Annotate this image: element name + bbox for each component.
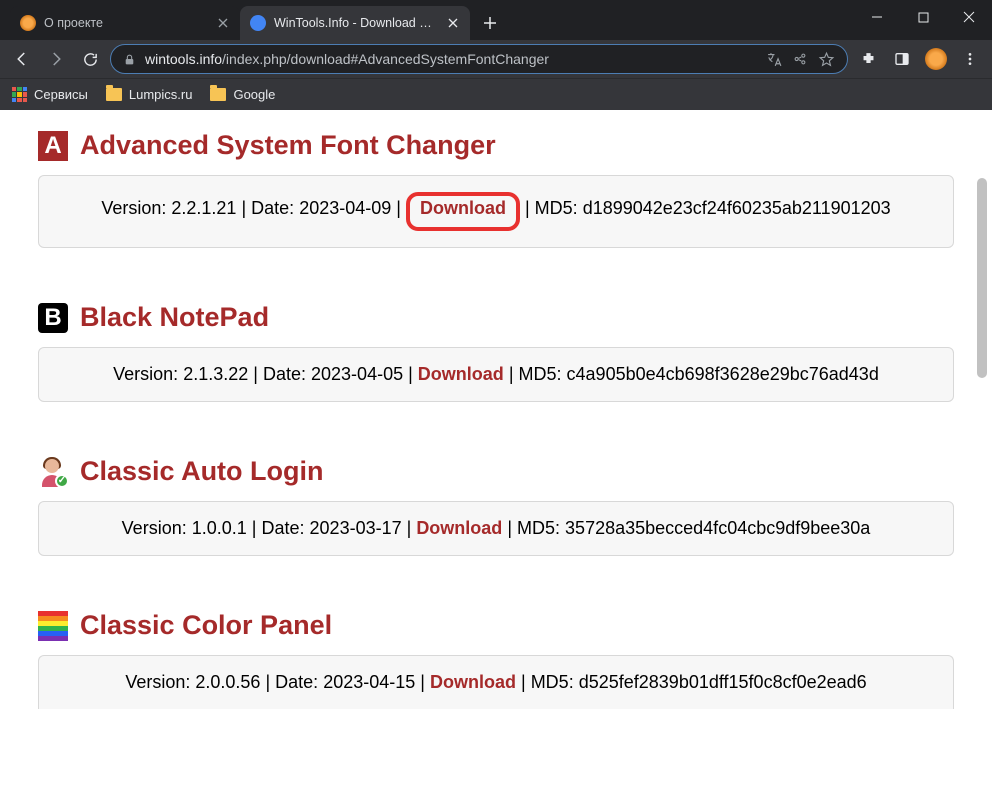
date-value: 2023-04-05 [311,364,403,384]
profile-avatar[interactable] [922,45,950,73]
download-section: A Advanced System Font Changer Version: … [38,130,954,248]
apps-label: Сервисы [34,87,88,102]
date-value: 2023-04-15 [323,672,415,692]
info-box: Version: 2.1.3.22 | Date: 2023-04-05 | D… [38,347,954,402]
download-link[interactable]: Download [420,198,506,218]
reload-button[interactable] [76,45,104,73]
section-title-link[interactable]: Black NotePad [80,302,269,333]
bookmark-label: Google [233,87,275,102]
section-title-link[interactable]: Classic Color Panel [80,610,332,641]
version-label: Version: [125,672,190,692]
lock-icon [123,53,137,66]
version-value: 2.2.1.21 [171,198,236,218]
md5-value: d1899042e23cf24f60235ab211901203 [583,198,891,218]
favicon-icon [20,15,36,31]
app-icon: A [38,131,68,161]
md5-value: 35728a35becced4fc04cbc9df9bee30a [565,518,870,538]
tab-active[interactable]: WinTools.Info - Download Center [240,6,470,40]
tab-inactive[interactable]: О проекте [10,6,240,40]
md5-label: MD5: [519,364,562,384]
version-value: 1.0.0.1 [192,518,247,538]
scrollbar[interactable] [975,110,989,790]
version-value: 2.1.3.22 [183,364,248,384]
md5-value: c4a905b0e4cb698f3628e29bc76ad43d [567,364,879,384]
url-text: wintools.info/index.php/download#Advance… [145,51,757,67]
md5-label: MD5: [517,518,560,538]
share-icon[interactable] [791,50,809,68]
apps-icon [12,87,27,102]
forward-button[interactable] [42,45,70,73]
date-label: Date: [261,518,304,538]
close-window-button[interactable] [946,0,992,34]
section-title-link[interactable]: Classic Auto Login [80,456,324,487]
download-link[interactable]: Download [418,364,504,384]
date-label: Date: [263,364,306,384]
version-label: Version: [113,364,178,384]
back-button[interactable] [8,45,36,73]
app-icon: B [38,303,68,333]
download-link[interactable]: Download [430,672,516,692]
info-box: Version: 2.2.1.21 | Date: 2023-04-09 | D… [38,175,954,248]
md5-label: MD5: [535,198,578,218]
apps-button[interactable]: Сервисы [12,87,88,102]
folder-icon [210,88,226,101]
browser-chrome: О проекте WinTools.Info - Download Cente… [0,0,992,110]
menu-button[interactable] [956,45,984,73]
bookmark-item[interactable]: Lumpics.ru [106,87,193,102]
titlebar: О проекте WinTools.Info - Download Cente… [0,0,992,40]
translate-icon[interactable] [765,50,783,68]
close-icon[interactable] [216,16,230,30]
new-tab-button[interactable] [476,9,504,37]
scrollbar-thumb[interactable] [977,178,987,378]
window-controls [854,0,992,34]
date-label: Date: [251,198,294,218]
toolbar: wintools.info/index.php/download#Advance… [0,40,992,78]
app-icon: ✓ [38,457,68,487]
tab-title: WinTools.Info - Download Center [274,16,438,30]
bookmark-item[interactable]: Google [210,87,275,102]
favicon-icon [250,15,266,31]
md5-value: d525fef2839b01dff15f0c8cf0e2ead6 [579,672,867,692]
md5-label: MD5: [531,672,574,692]
version-label: Version: [122,518,187,538]
app-icon [38,611,68,641]
maximize-button[interactable] [900,0,946,34]
extensions-button[interactable] [854,45,882,73]
date-value: 2023-03-17 [310,518,402,538]
section-title-link[interactable]: Advanced System Font Changer [80,130,496,161]
close-icon[interactable] [446,16,460,30]
bookmark-label: Lumpics.ru [129,87,193,102]
download-section: B Black NotePad Version: 2.1.3.22 | Date… [38,302,954,402]
version-value: 2.0.0.56 [195,672,260,692]
date-label: Date: [275,672,318,692]
address-bar[interactable]: wintools.info/index.php/download#Advance… [110,44,848,74]
highlight-annotation: Download [406,192,520,231]
date-value: 2023-04-09 [299,198,391,218]
page-content: A Advanced System Font Changer Version: … [16,110,976,790]
download-link[interactable]: Download [416,518,502,538]
info-box: Version: 2.0.0.56 | Date: 2023-04-15 | D… [38,655,954,709]
bookmarks-bar: Сервисы Lumpics.ru Google [0,78,992,110]
folder-icon [106,88,122,101]
version-label: Version: [101,198,166,218]
download-section: Classic Color Panel Version: 2.0.0.56 | … [38,610,954,709]
bookmark-star-icon[interactable] [817,50,835,68]
info-box: Version: 1.0.0.1 | Date: 2023-03-17 | Do… [38,501,954,556]
minimize-button[interactable] [854,0,900,34]
download-section: ✓ Classic Auto Login Version: 1.0.0.1 | … [38,456,954,556]
tab-title: О проекте [44,16,208,30]
sidepanel-button[interactable] [888,45,916,73]
